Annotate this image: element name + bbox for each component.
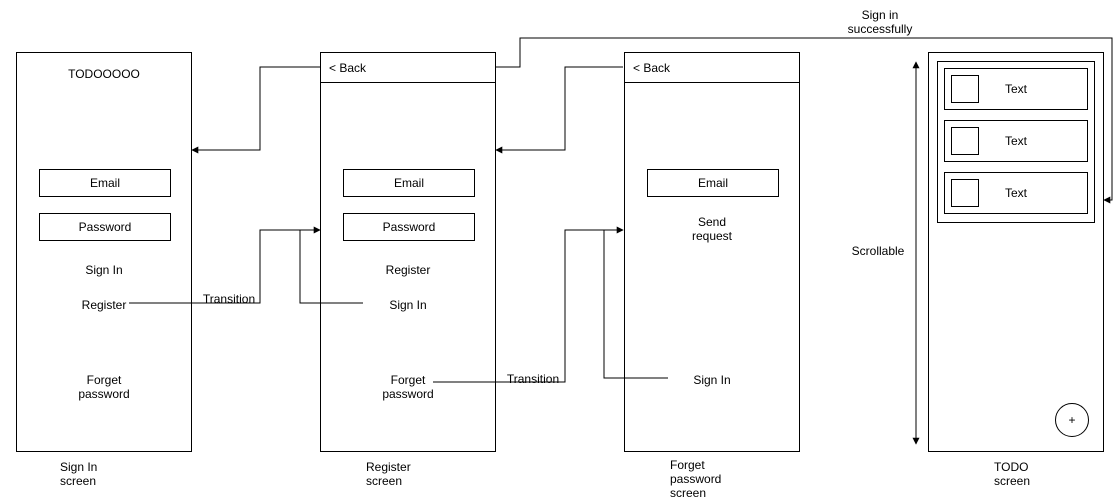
password-label: Password (79, 220, 132, 234)
todo-caption: TODO screen (994, 460, 1030, 488)
register-back-header[interactable]: < Back (321, 53, 495, 83)
password-field[interactable]: Password (39, 213, 171, 241)
forget-password-link[interactable]: Forget password (321, 373, 495, 401)
password-label: Password (383, 220, 436, 234)
register-button[interactable]: Register (321, 263, 495, 277)
back-label: < Back (329, 61, 366, 75)
email-field[interactable]: Email (39, 169, 171, 197)
plus-icon: + (1068, 413, 1075, 427)
email-label: Email (698, 176, 728, 190)
sign-in-caption: Sign In screen (60, 460, 97, 488)
item-text: Text (945, 173, 1087, 213)
back-label: < Back (633, 61, 670, 75)
forget-caption: Forget password screen (670, 458, 721, 500)
email-field[interactable]: Email (647, 169, 779, 197)
scrollable-label: Scrollable (848, 244, 908, 258)
todo-scroll-area[interactable]: Text Text Text (937, 61, 1095, 223)
list-item[interactable]: Text (944, 172, 1088, 214)
email-label: Email (394, 176, 424, 190)
transition2-label: Transition (503, 372, 563, 386)
email-label: Email (90, 176, 120, 190)
todo-frame: Text Text Text + (928, 52, 1104, 452)
send-request-button[interactable]: Send request (625, 215, 799, 243)
register-caption: Register screen (366, 460, 411, 488)
password-field[interactable]: Password (343, 213, 475, 241)
sign-in-button[interactable]: Sign In (17, 263, 191, 277)
item-text: Text (945, 121, 1087, 161)
sign-in-frame: TODOOOOO Email Password Sign In Register… (16, 52, 192, 452)
forget-back-header[interactable]: < Back (625, 53, 799, 83)
item-text: Text (945, 69, 1087, 109)
list-item[interactable]: Text (944, 120, 1088, 162)
sign-in-success-label: Sign in successfully (830, 8, 930, 36)
fab-add-button[interactable]: + (1055, 403, 1089, 437)
register-frame: < Back Email Password Register Sign In F… (320, 52, 496, 452)
forget-frame: < Back Email Send request Sign In (624, 52, 800, 452)
sign-in-link[interactable]: Sign In (625, 373, 799, 387)
forget-password-link[interactable]: Forget password (17, 373, 191, 401)
email-field[interactable]: Email (343, 169, 475, 197)
transition1-label: Transition (199, 292, 259, 306)
register-link[interactable]: Register (17, 298, 191, 312)
sign-in-link[interactable]: Sign In (321, 298, 495, 312)
app-title: TODOOOOO (17, 67, 191, 81)
list-item[interactable]: Text (944, 68, 1088, 110)
